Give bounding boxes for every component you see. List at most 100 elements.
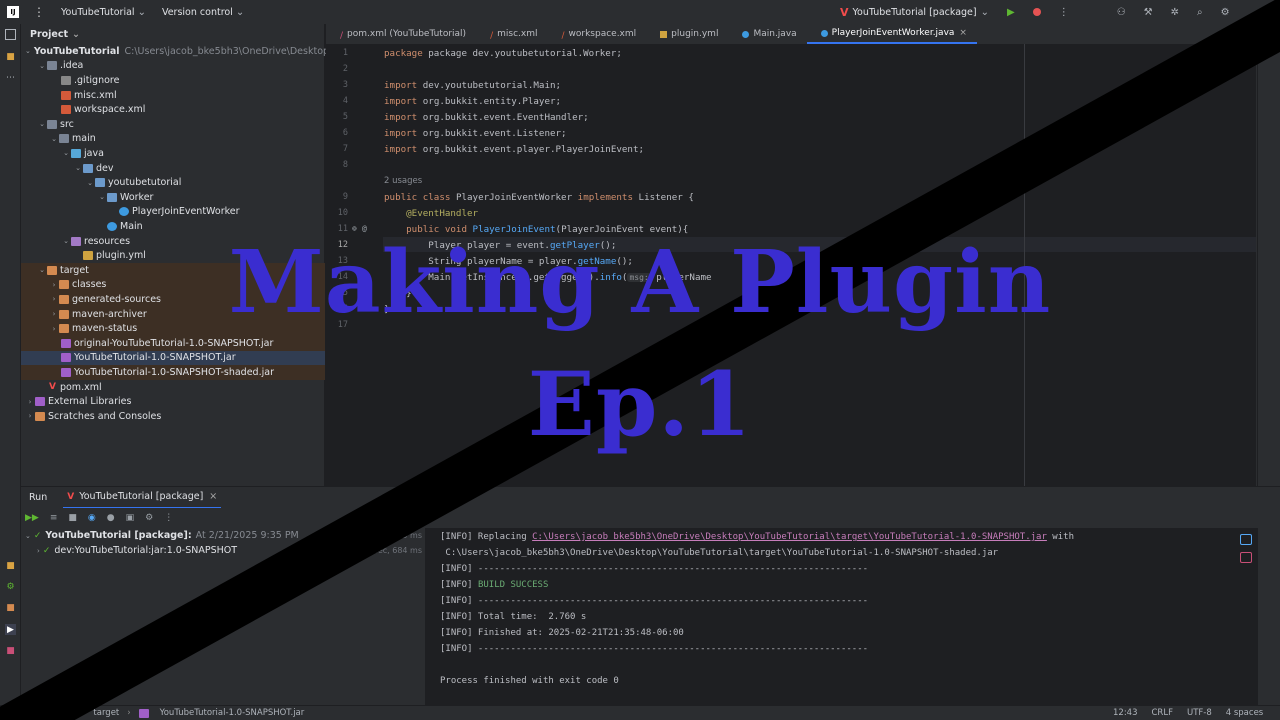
stop-icon[interactable]: ■: [68, 513, 77, 523]
breadcrumb: › target › YouTubeTutorial-1.0-SNAPSHOT.…: [82, 708, 305, 718]
tree-item[interactable]: ⌄ dev: [21, 161, 325, 176]
tab-playerjoineventworker-java[interactable]: PlayerJoinEventWorker.java ×: [806, 24, 977, 44]
more-tools-icon[interactable]: ⋯: [5, 72, 16, 83]
more-actions-icon[interactable]: ⋮: [1059, 7, 1069, 18]
package-icon: [83, 163, 93, 173]
tree-item-label: .gitignore: [74, 74, 120, 86]
tab-workspace-xml[interactable]: / workspace.xml: [547, 24, 646, 44]
tree-item[interactable]: ⌄ src: [21, 117, 325, 132]
screenshot-icon[interactable]: ▣: [126, 513, 135, 523]
code-keyword: import: [384, 128, 418, 139]
clear-console-icon[interactable]: [1240, 552, 1252, 563]
settings-icon[interactable]: ⚙: [145, 513, 153, 523]
close-icon[interactable]: ×: [959, 28, 967, 38]
run-tool-title[interactable]: Run: [29, 492, 47, 503]
file-encoding[interactable]: UTF-8: [1187, 708, 1212, 718]
console-line: [INFO] Replacing C:\Users\jacob_bke5bh3\…: [440, 532, 1074, 542]
source-folder-icon: [71, 148, 81, 158]
chevron-down-icon: ⌄: [72, 28, 81, 40]
chevron-down-icon: ⌄: [980, 6, 989, 18]
project-tool-icon[interactable]: [5, 29, 16, 40]
code-text: org.bukkit.event.Listener;: [422, 128, 567, 139]
tree-item[interactable]: original-YouTubeTutorial-1.0-SNAPSHOT.ja…: [21, 336, 325, 351]
file-link[interactable]: C:\Users\jacob_bke5bh3\OneDrive\Desktop\…: [532, 532, 1047, 542]
xml-file-icon: /: [490, 30, 494, 41]
chevron-down-icon: ⌄: [137, 6, 146, 18]
caret-position[interactable]: 12:43: [1113, 708, 1138, 718]
project-panel-header[interactable]: Project ⌄: [21, 24, 324, 44]
breadcrumb-item[interactable]: target: [93, 708, 119, 718]
tab-run-config[interactable]: V YouTubeTutorial [package] ×: [63, 487, 222, 509]
tree-item[interactable]: .gitignore: [21, 73, 325, 88]
plugin-icon[interactable]: ✲: [1171, 7, 1179, 18]
show-icon[interactable]: ◉: [88, 513, 96, 523]
close-icon[interactable]: ×: [209, 491, 217, 502]
tab-main-java[interactable]: Main.java: [728, 24, 806, 44]
main-menu-icon[interactable]: ⋮: [33, 5, 45, 19]
tree-item[interactable]: ⌄ Worker: [21, 190, 325, 205]
settings-icon[interactable]: ⚙: [1221, 7, 1230, 18]
stop-button[interactable]: [1032, 8, 1041, 16]
project-switcher[interactable]: YouTubeTutorial: [61, 7, 135, 18]
code-line: import dev.youtubetutorial.Main;: [384, 80, 561, 91]
breadcrumb-item[interactable]: YouTubeTutorial-1.0-SNAPSHOT.jar: [160, 708, 305, 718]
xml-file-icon: /: [561, 30, 565, 41]
tree-item[interactable]: workspace.xml: [21, 102, 325, 117]
run-config-selector[interactable]: V YouTubeTutorial [package] ⌄: [840, 6, 989, 19]
code-text: org.bukkit.event.player.PlayerJoinEvent;: [422, 144, 645, 155]
toggle-offline-icon[interactable]: ≡: [50, 513, 58, 523]
xml-file-icon: [61, 90, 71, 100]
bookmarks-icon[interactable]: ■: [5, 51, 16, 62]
line-number: 3: [342, 80, 348, 90]
tree-item[interactable]: ⌄ main: [21, 132, 325, 147]
code-line: public class PlayerJoinEventWorker imple…: [384, 192, 694, 203]
tree-item[interactable]: PlayerJoinEventWorker: [21, 205, 325, 220]
code-with-me-icon[interactable]: ⚇: [1117, 7, 1126, 18]
code-line: import org.bukkit.event.EventHandler;: [384, 112, 589, 123]
tree-item[interactable]: ⌄ .idea: [21, 59, 325, 74]
run-tool-icon[interactable]: ▶: [5, 624, 16, 635]
java-class-icon: [107, 221, 117, 231]
ide-window: IJ ⋮ YouTubeTutorial ⌄ Version control ⌄ V…: [0, 0, 1280, 720]
more-icon[interactable]: ⋮: [164, 513, 173, 523]
build-icon[interactable]: ⚒: [1144, 7, 1153, 18]
code-text: Listener {: [638, 192, 694, 203]
tree-item[interactable]: ⌄ YouTubeTutorial C:\Users\jacob_bke5bh3\O…: [21, 44, 406, 59]
tab-plugin-yml[interactable]: plugin.yml: [646, 24, 728, 44]
code-line: import org.bukkit.event.player.PlayerJoi…: [384, 144, 644, 155]
version-control-menu[interactable]: Version control: [162, 7, 233, 18]
java-class-icon: [820, 29, 828, 37]
run-button[interactable]: ▶: [1007, 7, 1015, 18]
overlay-title: Making A Plugin: [228, 232, 1052, 333]
run-config-label: YouTubeTutorial [package]: [852, 6, 977, 18]
code-text: org.bukkit.entity.Player;: [422, 96, 562, 107]
build-tool-icon[interactable]: ■: [5, 602, 16, 613]
services-icon[interactable]: ⚙: [5, 581, 16, 592]
tree-item[interactable]: misc.xml: [21, 88, 325, 103]
status-bar: › target › YouTubeTutorial-1.0-SNAPSHOT.…: [0, 705, 1280, 720]
terminal-icon[interactable]: ■: [5, 645, 16, 656]
maven-icon: /: [340, 30, 344, 41]
tree-item[interactable]: ⌄ java: [21, 146, 325, 161]
usages-hint[interactable]: 2 usages: [384, 176, 422, 186]
tab-label: PlayerJoinEventWorker.java: [831, 28, 955, 38]
line-separator[interactable]: CRLF: [1152, 708, 1173, 718]
code-keyword: import: [384, 144, 418, 155]
indent-setting[interactable]: 4 spaces: [1226, 708, 1263, 718]
folder-icon: [47, 61, 57, 71]
line-number: 9: [342, 192, 348, 202]
tree-item-label: misc.xml: [74, 89, 117, 101]
search-icon[interactable]: ⌕: [1197, 7, 1203, 18]
tab-misc-xml[interactable]: / misc.xml: [476, 24, 547, 44]
skip-tests-icon[interactable]: ●: [107, 513, 115, 523]
tree-item[interactable]: ⌄ youtubetutorial: [21, 175, 325, 190]
tab-pom-xml[interactable]: / pom.xml (YouTubeTutorial): [326, 24, 476, 44]
tree-item-label: .idea: [60, 60, 84, 72]
notifications-icon[interactable]: ■: [5, 560, 16, 571]
soft-wrap-icon[interactable]: [1240, 534, 1252, 545]
line-number: 6: [342, 128, 348, 138]
console-text: [INFO] Replacing: [440, 532, 533, 542]
rerun-icon[interactable]: ▶▶: [25, 513, 39, 523]
console-output[interactable]: [INFO] Replacing C:\Users\jacob_bke5bh3\…: [427, 528, 1256, 710]
overlay-episode: Ep.1: [527, 352, 753, 456]
